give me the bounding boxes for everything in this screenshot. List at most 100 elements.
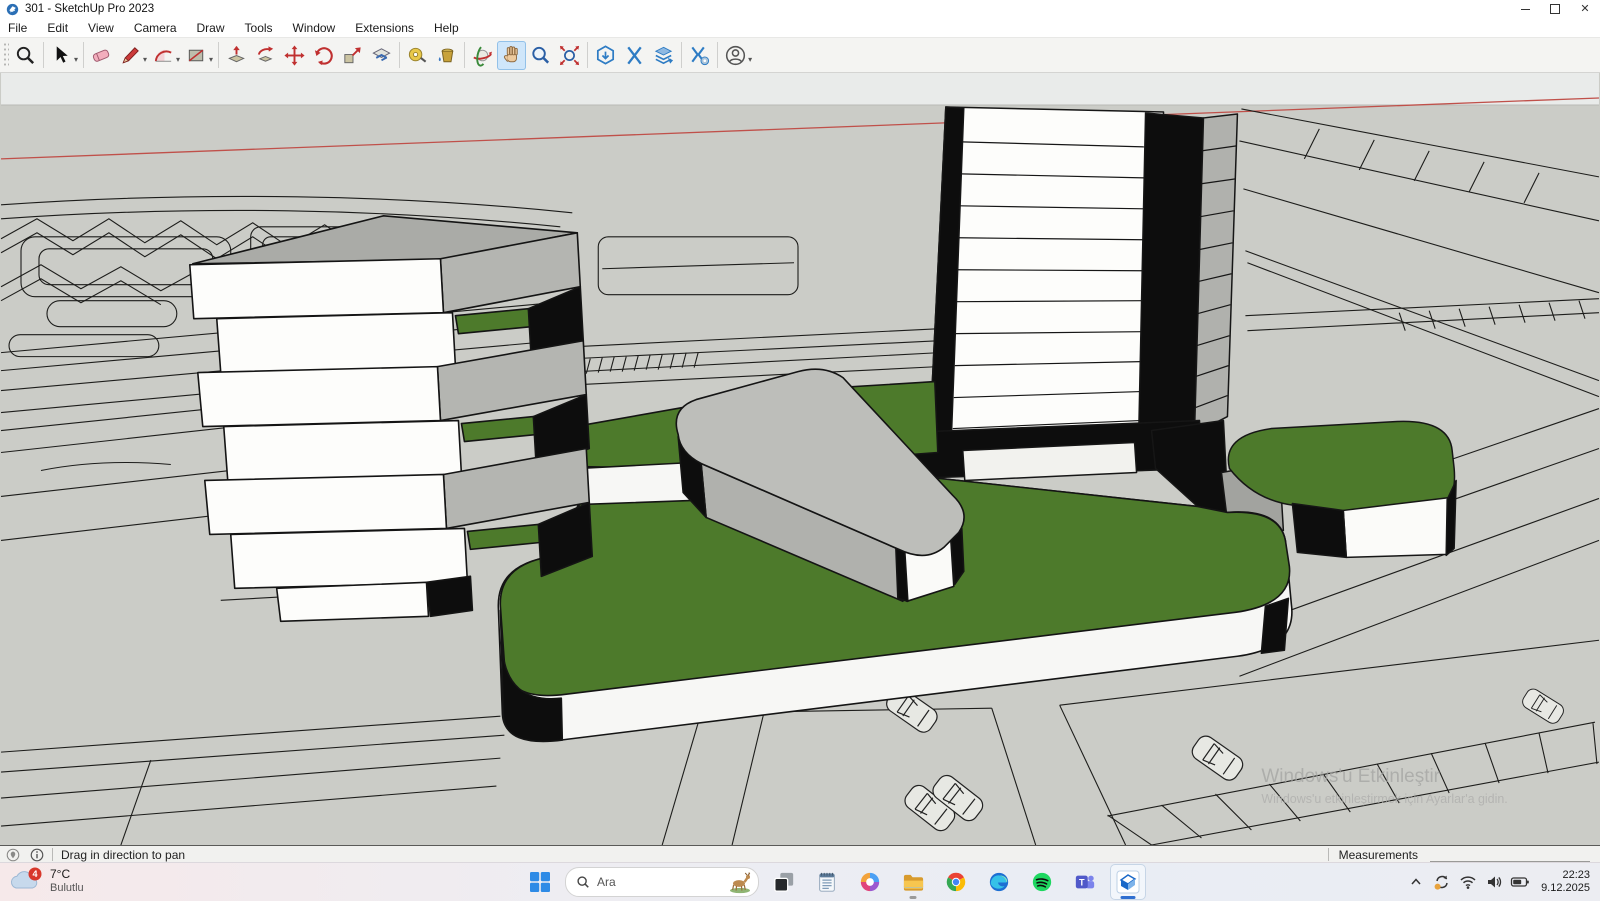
spotify-app-button[interactable] — [1024, 864, 1060, 900]
hidden-icons-chevron[interactable] — [1405, 871, 1427, 893]
account-button[interactable] — [721, 41, 750, 70]
info-icon[interactable] — [30, 848, 44, 862]
menu-draw[interactable]: Draw — [187, 18, 235, 37]
scale-tool-button[interactable] — [338, 41, 367, 70]
measurements-input[interactable] — [1430, 848, 1590, 862]
follow-me-tool-button[interactable] — [251, 41, 280, 70]
model-scene: Windows'u Etkinleştir Windows'u etkinleş… — [0, 71, 1600, 845]
start-button[interactable] — [522, 864, 558, 900]
push-pull-icon — [225, 44, 248, 67]
eraser-icon — [90, 44, 113, 67]
move-tool-button[interactable] — [280, 41, 309, 70]
pencil-icon — [119, 44, 142, 67]
close-button[interactable]: ✕ — [1570, 0, 1600, 18]
sketchup-app-icon — [6, 3, 19, 16]
toolbar-grip[interactable] — [3, 42, 9, 68]
offset-icon — [370, 44, 393, 67]
system-tray: 22:23 9.12.2025 — [1405, 863, 1594, 901]
account-person-icon — [724, 44, 747, 67]
file-explorer-icon — [902, 871, 925, 894]
scale-icon — [341, 44, 364, 67]
copilot-app-button[interactable] — [852, 864, 888, 900]
zoom-extents-tool-button[interactable] — [555, 41, 584, 70]
menu-view[interactable]: View — [78, 18, 124, 37]
title-bar: 301 - SketchUp Pro 2023 ✕ — [0, 0, 1600, 18]
select-tool-button[interactable] — [47, 41, 76, 70]
components-layers-icon — [652, 44, 675, 67]
sync-icon[interactable] — [1431, 871, 1453, 893]
clock[interactable]: 22:23 9.12.2025 — [1541, 869, 1594, 895]
paint-bucket-tool-button[interactable] — [432, 41, 461, 70]
arc-icon — [152, 44, 175, 67]
orbit-tool-button[interactable] — [468, 41, 497, 70]
weather-widget[interactable]: 4 7°C Bulutlu — [8, 866, 84, 896]
pan-hand-icon — [500, 44, 523, 67]
sketchup-taskbar-icon — [1116, 870, 1140, 894]
push-pull-tool-button[interactable] — [222, 41, 251, 70]
volume-icon[interactable] — [1483, 871, 1505, 893]
teams-app-button[interactable]: T — [1067, 864, 1103, 900]
menu-bar: File Edit View Camera Draw Tools Window … — [0, 18, 1600, 37]
extension-warehouse-button[interactable] — [620, 41, 649, 70]
pan-tool-button[interactable] — [497, 41, 526, 70]
search-highlight-deer-icon — [726, 870, 754, 894]
clock-time: 22:23 — [1541, 869, 1590, 882]
minimize-button[interactable] — [1510, 0, 1540, 18]
search-placeholder: Ara — [597, 875, 719, 889]
edge-app-button[interactable] — [981, 864, 1017, 900]
extension-warehouse-icon — [623, 44, 646, 67]
rectangle-tool-button[interactable] — [182, 41, 211, 70]
extension-manager-button[interactable] — [685, 41, 714, 70]
chrome-icon — [945, 871, 967, 893]
menu-camera[interactable]: Camera — [124, 18, 187, 37]
toolbar: ▾ ▾ ▾ ▾ — [0, 37, 1600, 73]
weather-condition: Bulutlu — [50, 881, 84, 895]
taskbar-center: Ara — [522, 863, 1146, 901]
eraser-tool-button[interactable] — [87, 41, 116, 70]
maximize-button[interactable] — [1540, 0, 1570, 18]
menu-file[interactable]: File — [0, 18, 37, 37]
line-tool-button[interactable] — [116, 41, 145, 70]
menu-tools[interactable]: Tools — [235, 18, 283, 37]
zoom-extents-icon — [558, 44, 581, 67]
menu-help[interactable]: Help — [424, 18, 469, 37]
watermark-line2: Windows'u etkinleştirmek için Ayarlar'a … — [1261, 792, 1507, 806]
status-hint: Drag in direction to pan — [61, 848, 185, 862]
explorer-open-indicator — [910, 896, 917, 899]
teams-icon: T — [1074, 871, 1096, 893]
tower-building — [906, 107, 1238, 481]
move-icon — [283, 44, 306, 67]
tape-measure-tool-button[interactable] — [403, 41, 432, 70]
task-view-button[interactable] — [766, 864, 802, 900]
search-icon — [576, 875, 590, 889]
status-bar: Drag in direction to pan Measurements — [0, 845, 1600, 863]
zoom-window-tool-button[interactable] — [11, 41, 40, 70]
components-button[interactable] — [649, 41, 678, 70]
search-box[interactable]: Ara — [565, 867, 759, 897]
rotate-icon — [312, 44, 335, 67]
notepad-icon — [816, 871, 838, 893]
wifi-icon[interactable] — [1457, 871, 1479, 893]
battery-icon[interactable] — [1509, 871, 1531, 893]
sketchup-app-button[interactable] — [1110, 864, 1146, 900]
chrome-app-button[interactable] — [938, 864, 974, 900]
rotate-tool-button[interactable] — [309, 41, 338, 70]
arc-tool-button[interactable] — [149, 41, 178, 70]
menu-edit[interactable]: Edit — [37, 18, 78, 37]
file-explorer-button[interactable] — [895, 864, 931, 900]
cloud-icon: 4 — [8, 866, 44, 896]
weather-temp: 7°C — [50, 867, 84, 881]
menu-extensions[interactable]: Extensions — [345, 18, 424, 37]
3d-warehouse-button[interactable] — [591, 41, 620, 70]
offset-tool-button[interactable] — [367, 41, 396, 70]
svg-text:4: 4 — [32, 869, 37, 879]
zoom-tool-button[interactable] — [526, 41, 555, 70]
extension-manager-icon — [688, 44, 711, 67]
viewport[interactable]: Windows'u Etkinleştir Windows'u etkinleş… — [0, 71, 1600, 845]
taskbar: 4 7°C Bulutlu Ara — [0, 862, 1600, 901]
notepad-app-button[interactable] — [809, 864, 845, 900]
geolocation-icon[interactable] — [6, 848, 20, 862]
follow-me-icon — [254, 44, 277, 67]
menu-window[interactable]: Window — [283, 18, 346, 37]
watermark-line1: Windows'u Etkinleştir — [1261, 766, 1440, 787]
